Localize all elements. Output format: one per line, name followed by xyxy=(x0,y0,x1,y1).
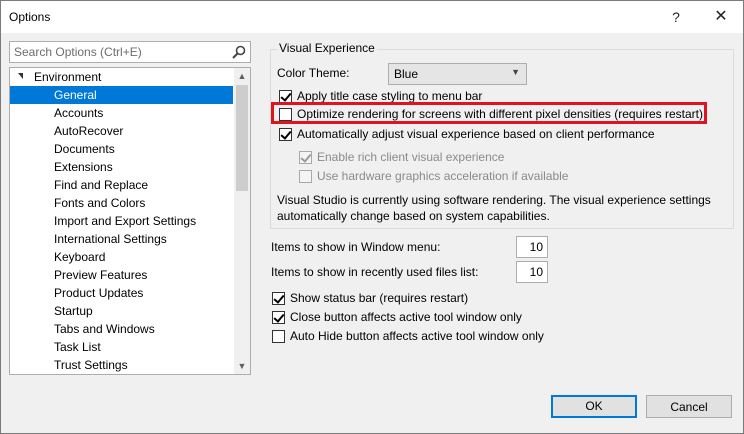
option-label: Use hardware graphics acceleration if av… xyxy=(317,169,569,183)
tree-item-label: Trust Settings xyxy=(54,358,128,372)
tree-item-label: Startup xyxy=(54,304,93,318)
option-label: Auto Hide button affects active tool win… xyxy=(290,329,544,343)
tree-item-label: AutoRecover xyxy=(54,124,124,138)
chevron-down-icon: ▼ xyxy=(511,67,520,77)
tree-item-label: Task List xyxy=(54,340,101,354)
help-button[interactable]: ? xyxy=(659,4,693,30)
tree-item-tabs-and-windows[interactable]: Tabs and Windows xyxy=(10,320,233,338)
tree-item-autorecover[interactable]: AutoRecover xyxy=(10,122,233,140)
tree-item-general[interactable]: General xyxy=(10,86,233,104)
color-theme-label: Color Theme: xyxy=(277,66,350,80)
window-menu-count-input[interactable]: 10 xyxy=(516,236,548,258)
tree-item-label: Find and Replace xyxy=(54,178,149,192)
title-bar: Options ? ✕ xyxy=(1,1,743,33)
tree-item-product-updates[interactable]: Product Updates xyxy=(10,284,233,302)
option-label: Close button affects active tool window … xyxy=(290,310,522,324)
options-tree: Environment General Accounts AutoRecover… xyxy=(9,67,251,375)
option-label: Enable rich client visual experience xyxy=(317,150,505,164)
tree-item-label: Fonts and Colors xyxy=(54,196,146,210)
hardware-acceleration-checkbox xyxy=(299,170,312,183)
window-title: Options xyxy=(9,10,51,24)
tree-item-label: Tabs and Windows xyxy=(54,322,155,336)
tree-scrollbar[interactable]: ▲ ▼ xyxy=(234,68,250,374)
tree-item-label: Preview Features xyxy=(54,268,148,282)
tree-item-extensions[interactable]: Extensions xyxy=(10,158,233,176)
color-theme-value: Blue xyxy=(394,67,419,81)
tree-item-international[interactable]: International Settings xyxy=(10,230,233,248)
tree-item-task-list[interactable]: Task List xyxy=(10,338,233,356)
visual-experience-title: Visual Experience xyxy=(277,41,377,55)
tree-item-label: Documents xyxy=(54,142,115,156)
tree-item-import-export[interactable]: Import and Export Settings xyxy=(10,212,233,230)
window-menu-count-value: 10 xyxy=(529,240,543,254)
cancel-button[interactable]: Cancel xyxy=(646,395,732,418)
expanded-triangle-icon[interactable] xyxy=(18,73,23,79)
tree-item-label: International Settings xyxy=(54,232,167,246)
color-theme-dropdown[interactable]: Blue ▼ xyxy=(388,63,527,85)
tree-item-environment[interactable]: Environment xyxy=(10,68,233,86)
tree-item-accounts[interactable]: Accounts xyxy=(10,104,233,122)
tree-item-preview-features[interactable]: Preview Features xyxy=(10,266,233,284)
option-label: Show status bar (requires restart) xyxy=(290,291,469,305)
close-button[interactable]: ✕ xyxy=(704,4,738,30)
options-dialog: Options ? ✕ Search Options (Ctrl+E) Envi… xyxy=(0,0,744,434)
tree-item-label: Product Updates xyxy=(54,286,144,300)
tree-item-label: Environment xyxy=(34,70,102,84)
recent-files-label: Items to show in recently used files lis… xyxy=(271,265,479,279)
tree-item-label: Keyboard xyxy=(54,250,106,264)
scroll-down-icon[interactable]: ▼ xyxy=(234,358,250,374)
tree-item-documents[interactable]: Documents xyxy=(10,140,233,158)
tree-item-trust-settings[interactable]: Trust Settings xyxy=(10,356,233,374)
option-label: Automatically adjust visual experience b… xyxy=(297,127,655,141)
ok-button[interactable]: OK xyxy=(551,395,637,418)
tree-item-find-and-replace[interactable]: Find and Replace xyxy=(10,176,233,194)
search-placeholder: Search Options (Ctrl+E) xyxy=(14,45,142,59)
search-icon[interactable] xyxy=(231,44,247,60)
auto-adjust-checkbox[interactable] xyxy=(279,128,292,141)
scroll-up-icon[interactable]: ▲ xyxy=(234,68,250,84)
rich-client-checkbox xyxy=(299,151,312,164)
scrollbar-thumb[interactable] xyxy=(236,85,248,191)
show-status-bar-checkbox[interactable] xyxy=(272,292,285,305)
tree-item-keyboard[interactable]: Keyboard xyxy=(10,248,233,266)
tree-item-label: General xyxy=(54,88,97,102)
recent-files-count-input[interactable]: 10 xyxy=(516,261,548,283)
rendering-info-text: Visual Studio is currently using softwar… xyxy=(277,193,711,223)
red-highlight-box xyxy=(271,102,707,124)
option-label: Apply title case styling to menu bar xyxy=(297,89,483,103)
close-button-checkbox[interactable] xyxy=(272,311,285,324)
tree-item-fonts-and-colors[interactable]: Fonts and Colors xyxy=(10,194,233,212)
recent-files-count-value: 10 xyxy=(529,265,543,279)
tree-item-label: Accounts xyxy=(54,106,104,120)
window-menu-label: Items to show in Window menu: xyxy=(271,240,441,254)
auto-hide-checkbox[interactable] xyxy=(272,330,285,343)
search-options-input[interactable]: Search Options (Ctrl+E) xyxy=(9,41,251,63)
tree-item-label: Extensions xyxy=(54,160,113,174)
tree-item-startup[interactable]: Startup xyxy=(10,302,233,320)
tree-item-label: Import and Export Settings xyxy=(54,214,197,228)
